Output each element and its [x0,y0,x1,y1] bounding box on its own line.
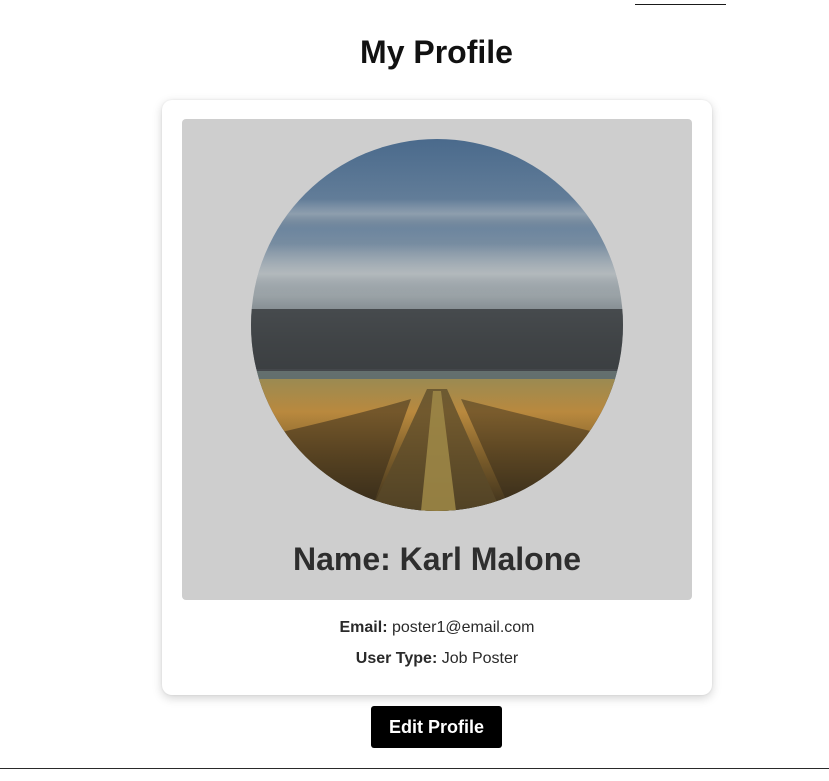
email-row: Email: poster1@email.com [162,618,712,638]
user-type-value: Job Poster [441,650,519,667]
email-value: poster1@email.com [391,619,535,636]
profile-hero-panel: Name: Karl Malone [182,119,692,600]
page-title: My Profile [360,34,513,70]
user-type-label: User Type: [355,650,438,667]
avatar [251,139,623,511]
bottom-divider [0,768,829,769]
top-divider [635,4,726,5]
avatar-landscape-image [251,139,623,511]
profile-card: Name: Karl Malone Email: poster1@email.c… [162,100,712,695]
email-label: Email: [339,619,388,636]
edit-profile-button[interactable]: Edit Profile [371,706,502,748]
profile-name: Name: Karl Malone [292,541,582,577]
user-type-row: User Type: Job Poster [162,649,712,669]
